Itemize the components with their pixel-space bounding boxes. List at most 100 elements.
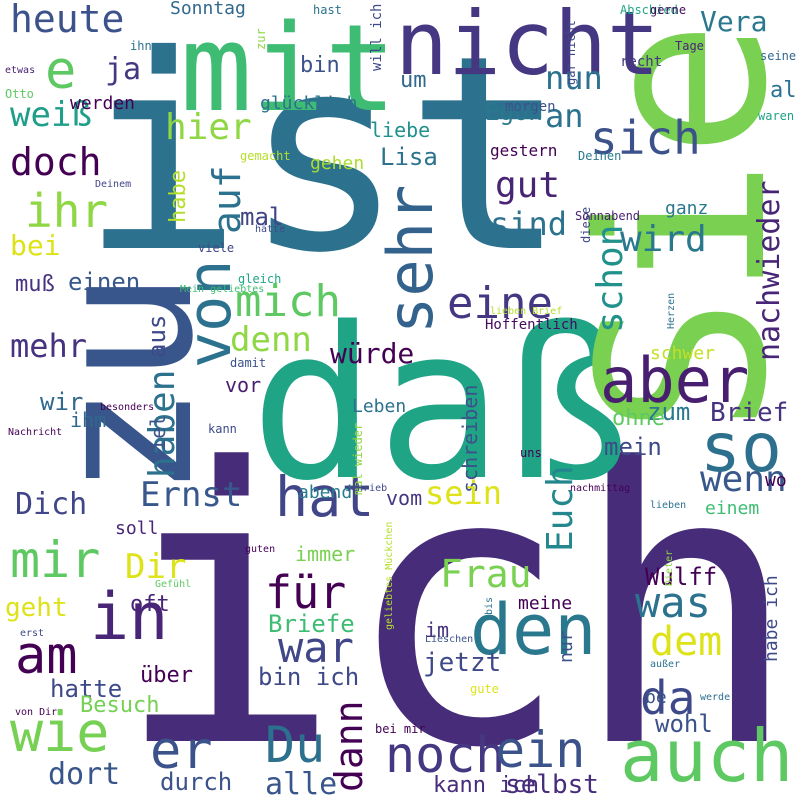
cloud-word: Wulff [645,563,718,591]
cloud-word: alle [265,767,338,800]
cloud-word: seine [760,49,797,63]
cloud-word: um [400,68,427,93]
cloud-word: Du [265,716,326,774]
cloud-word: be [645,687,667,708]
cloud-word: ohne [612,406,665,431]
cloud-word: kann [208,422,237,436]
cloud-word: etwas [5,65,36,76]
cloud-word: vom [386,486,423,510]
cloud-word: denn [230,320,312,360]
cloud-word: außer [650,659,681,670]
cloud-word: gestern [490,141,558,160]
cloud-word: von Dir [15,707,58,718]
cloud-word: muß [15,272,55,297]
cloud-word: Besuch [80,693,160,718]
cloud-word: al [770,78,797,103]
cloud-word: habe ich [761,574,782,662]
cloud-word: Dich [15,487,88,522]
cloud-word: Otto [5,87,34,101]
cloud-word: aus [143,314,171,359]
cloud-word: gute [470,682,499,696]
cloud-word: Sonnabend [575,209,641,223]
cloud-word: werden [70,93,136,114]
word-cloud: ich ist daß Sie zu mit nicht auch den so aber sehr v… [0,0,800,800]
cloud-word: doch [10,140,102,184]
cloud-word: bin [300,53,340,78]
cloud-word: habe [166,169,191,223]
cloud-word: vor [225,373,262,397]
cloud-word: bin ich [258,663,360,691]
cloud-word: mehr [10,327,88,365]
cloud-word: Herzen [666,292,677,330]
cloud-word: ihn [130,39,152,53]
cloud-word: bei mir [375,722,426,736]
cloud-word: Deinen [578,149,622,163]
cloud-word: bei [10,229,61,262]
cloud-word: waren [758,109,795,123]
cloud-word: glücklich [260,93,358,114]
cloud-word: Euch [540,464,581,552]
cloud-word: viel [146,414,170,464]
cloud-word: zur [254,27,268,50]
cloud-word: einen [68,268,141,296]
cloud-word: Lieschen [425,634,474,645]
cloud-word: gerne [650,3,687,17]
cloud-word: dem [650,619,723,665]
cloud-word: gar nicht [564,19,578,86]
cloud-word: sein [425,474,503,512]
cloud-word: jetzt [423,648,502,678]
cloud-word: ja [105,52,142,87]
cloud-word: sehr [374,184,447,335]
cloud-word: Ernst [140,475,243,515]
cloud-word: Lisa [380,143,438,171]
cloud-word: ihm [70,408,107,432]
cloud-word: Nachricht [8,427,63,438]
cloud-word: wo [765,470,787,491]
cloud-word: hier [165,107,252,148]
cloud-word: soll [115,518,159,539]
cloud-word: Tage [675,39,704,53]
cloud-word: heute [10,0,125,41]
cloud-word: mein [604,433,662,461]
cloud-word: hast [313,3,342,17]
cloud-word: ganz [665,198,709,219]
cloud-word: Dieter [664,549,675,587]
cloud-word: nachwieder [752,179,787,361]
cloud-word: erst [20,628,45,639]
cloud-word: dort [48,757,121,792]
cloud-word: lieben Brief [490,306,563,317]
cloud-word: ein [495,721,586,779]
cloud-word: oft [130,592,170,617]
cloud-word: Briefe [268,610,355,638]
cloud-word: wird [620,219,707,260]
cloud-word: werde [700,692,731,703]
cloud-word: würde [330,337,415,370]
cloud-word: gemacht [240,149,291,163]
cloud-word: morgen [505,99,556,115]
cloud-word: sind [490,205,568,243]
cloud-word: liebe [370,118,431,142]
cloud-word: viele [198,241,235,255]
cloud-word: gehen [310,153,365,174]
cloud-word: Brief [710,398,789,428]
cloud-word: einem [705,498,760,519]
cloud-word: geht [5,593,68,623]
cloud-word: mir [10,531,101,589]
cloud-word: Frau [440,552,532,596]
cloud-word: ihr [25,184,109,238]
cloud-word: damit [230,356,267,370]
cloud-word: Hoffentlich [485,317,578,333]
cloud-word: recht [620,54,663,70]
cloud-word: lieben [650,500,687,511]
cloud-word: für [265,566,347,619]
cloud-word: hätte [255,224,286,235]
cloud-word: schwer [650,343,716,364]
cloud-word: immer [295,542,356,566]
cloud-word: durch [160,768,233,796]
cloud-word: Leben [352,396,407,417]
cloud-word: will ich [369,3,385,72]
cloud-word: geliebtes Mückchen [384,521,395,631]
cloud-word: schrieb [345,483,388,494]
cloud-word: Deinem [95,179,132,190]
cloud-word: Vera [700,5,768,38]
